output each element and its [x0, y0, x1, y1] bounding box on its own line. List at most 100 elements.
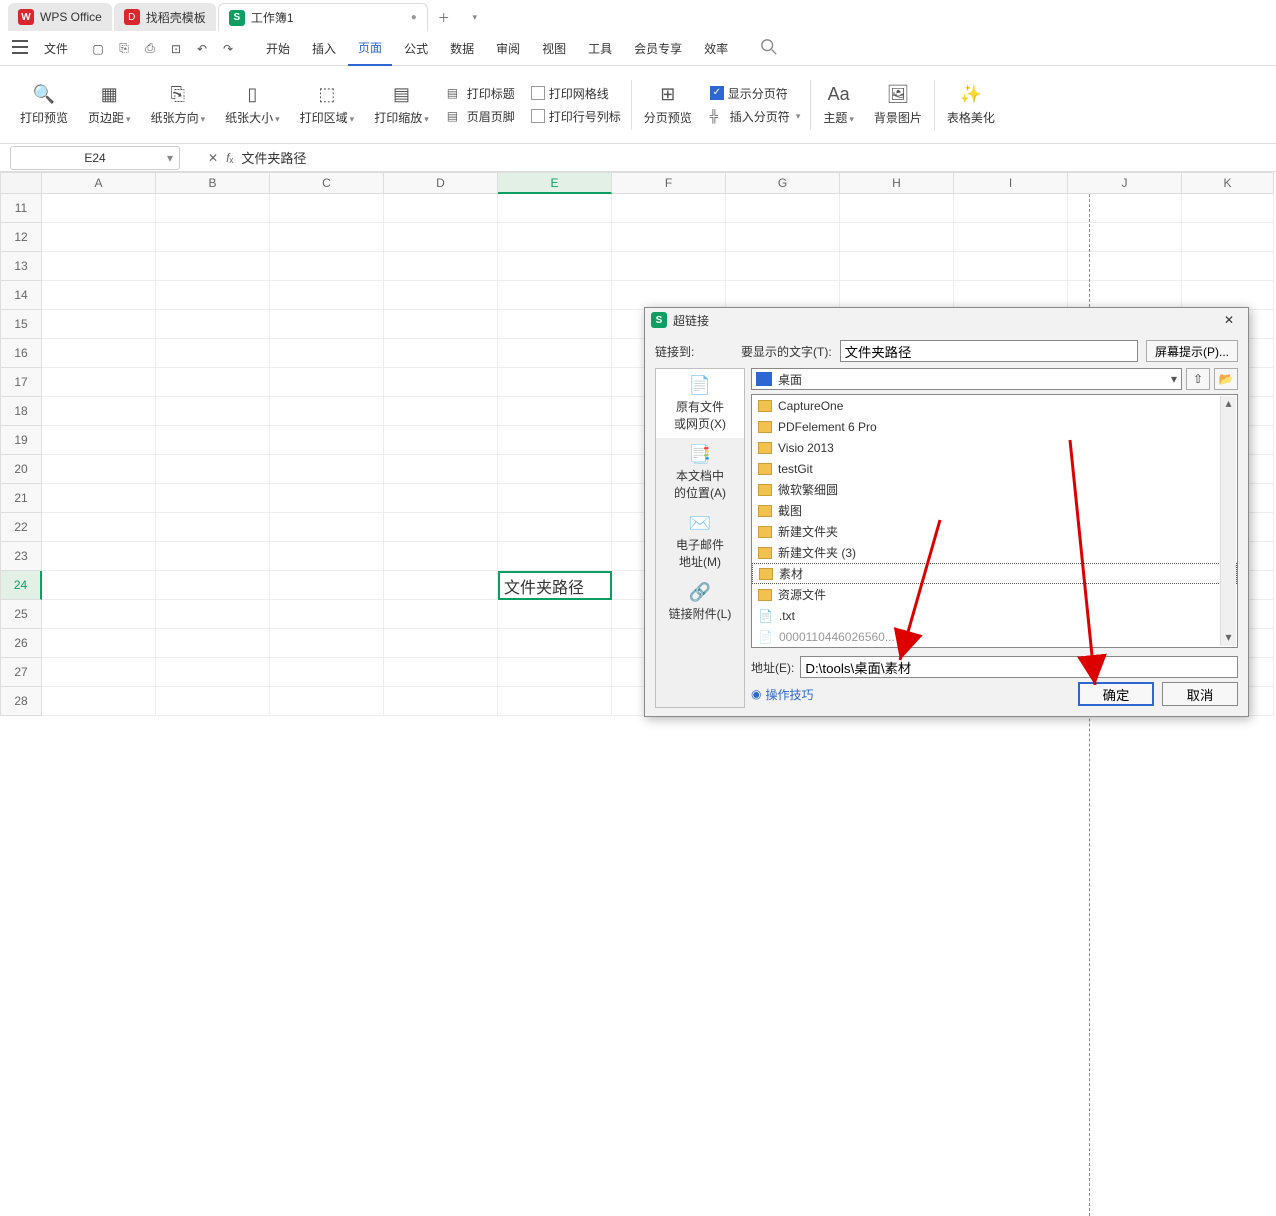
row-header[interactable]: 22	[0, 513, 42, 542]
column-header[interactable]: J	[1068, 172, 1182, 194]
cell[interactable]	[42, 542, 156, 571]
nav-email[interactable]: ✉️ 电子邮件 地址(M)	[656, 507, 744, 576]
cell[interactable]	[156, 571, 270, 600]
cell[interactable]	[498, 194, 612, 223]
column-header[interactable]: C	[270, 172, 384, 194]
ribbon-size[interactable]: ▯ 纸张大小▾	[215, 83, 290, 126]
cell[interactable]	[156, 397, 270, 426]
qat-open-icon[interactable]: ⎘	[112, 37, 136, 61]
row-header[interactable]: 26	[0, 629, 42, 658]
file-list-item[interactable]: 微软繁细圆	[752, 479, 1237, 500]
cell[interactable]	[840, 223, 954, 252]
file-list-item[interactable]: 资源文件	[752, 584, 1237, 605]
cell[interactable]	[954, 252, 1068, 281]
cell[interactable]	[270, 658, 384, 687]
cell[interactable]	[42, 368, 156, 397]
tab-templates[interactable]: D 找稻壳模板	[114, 3, 216, 31]
tab-wps-office[interactable]: W WPS Office	[8, 3, 112, 31]
row-header[interactable]: 25	[0, 600, 42, 629]
cell[interactable]	[1068, 223, 1182, 252]
menu-tab-tools[interactable]: 工具	[578, 32, 622, 65]
operation-tips-link[interactable]: ◉ 操作技巧	[751, 686, 814, 703]
cell[interactable]	[270, 629, 384, 658]
row-header[interactable]: 18	[0, 397, 42, 426]
cell[interactable]	[498, 658, 612, 687]
cell[interactable]	[498, 513, 612, 542]
nav-attachment[interactable]: 🔗 链接附件(L)	[656, 576, 744, 628]
cell[interactable]	[498, 542, 612, 571]
row-header[interactable]: 11	[0, 194, 42, 223]
cancel-button[interactable]: 取消	[1162, 682, 1238, 706]
row-header[interactable]: 13	[0, 252, 42, 281]
cell[interactable]	[42, 455, 156, 484]
ribbon-print-scale[interactable]: ▤ 打印缩放▾	[364, 83, 439, 126]
cell[interactable]	[1182, 252, 1274, 281]
column-header[interactable]: H	[840, 172, 954, 194]
cell[interactable]	[42, 571, 156, 600]
column-header[interactable]: D	[384, 172, 498, 194]
ribbon-header-footer[interactable]: ▤页眉页脚	[447, 108, 515, 125]
row-header[interactable]: 16	[0, 339, 42, 368]
file-list-item[interactable]: 素材	[752, 563, 1237, 584]
scrollbar[interactable]: ▴▾	[1220, 396, 1236, 646]
tab-menu[interactable]: ▾	[460, 12, 488, 23]
cell[interactable]	[270, 687, 384, 716]
cell[interactable]	[42, 426, 156, 455]
cell[interactable]	[1068, 194, 1182, 223]
qat-redo-icon[interactable]: ↷	[216, 37, 240, 61]
tab-workbook[interactable]: S 工作簿1 ●	[218, 3, 428, 31]
cell[interactable]	[498, 455, 612, 484]
cell[interactable]	[1068, 252, 1182, 281]
cell[interactable]	[270, 571, 384, 600]
ribbon-page-break-preview[interactable]: ⊞ 分页预览	[634, 83, 702, 126]
cell[interactable]	[384, 484, 498, 513]
row-header[interactable]: 12	[0, 223, 42, 252]
row-header[interactable]: 27	[0, 658, 42, 687]
column-header[interactable]: E	[498, 172, 612, 194]
menu-tab-insert[interactable]: 插入	[302, 32, 346, 65]
cell[interactable]	[156, 368, 270, 397]
cell[interactable]	[156, 455, 270, 484]
cell[interactable]	[1182, 281, 1274, 310]
file-list-item[interactable]: 新建文件夹	[752, 521, 1237, 542]
cell[interactable]	[156, 542, 270, 571]
menu-file[interactable]: 文件	[34, 40, 78, 57]
column-header[interactable]: G	[726, 172, 840, 194]
cell[interactable]	[270, 484, 384, 513]
cell[interactable]	[270, 600, 384, 629]
cell[interactable]	[270, 397, 384, 426]
menu-tab-member[interactable]: 会员专享	[624, 32, 692, 65]
ribbon-print-area[interactable]: ⬚ 打印区域▾	[290, 83, 365, 126]
cell[interactable]	[498, 281, 612, 310]
cell[interactable]	[270, 455, 384, 484]
cell[interactable]	[384, 426, 498, 455]
cell[interactable]	[384, 542, 498, 571]
menu-tab-page[interactable]: 页面	[348, 31, 392, 66]
menu-tab-efficiency[interactable]: 效率	[694, 32, 738, 65]
ribbon-print-title[interactable]: ▤打印标题	[447, 85, 515, 102]
cell[interactable]	[840, 252, 954, 281]
cell[interactable]	[156, 194, 270, 223]
cell[interactable]	[498, 600, 612, 629]
row-header[interactable]: 24	[0, 571, 42, 600]
display-text-input[interactable]	[840, 340, 1138, 362]
cell[interactable]	[384, 658, 498, 687]
close-icon[interactable]: ✕	[1216, 313, 1242, 327]
name-box[interactable]: E24 ▾	[10, 146, 180, 170]
cell[interactable]	[612, 281, 726, 310]
cell[interactable]	[42, 339, 156, 368]
menu-tab-start[interactable]: 开始	[256, 32, 300, 65]
cell[interactable]	[42, 629, 156, 658]
cell[interactable]	[42, 252, 156, 281]
cell[interactable]	[384, 687, 498, 716]
cell[interactable]	[840, 194, 954, 223]
cell[interactable]	[726, 252, 840, 281]
file-list[interactable]: CaptureOnePDFelement 6 ProVisio 2013test…	[751, 394, 1238, 648]
file-list-item[interactable]: CaptureOne	[752, 395, 1237, 416]
cell[interactable]	[384, 223, 498, 252]
qat-undo-icon[interactable]: ↶	[190, 37, 214, 61]
cell[interactable]	[156, 484, 270, 513]
cell[interactable]	[612, 252, 726, 281]
file-list-item[interactable]: testGit	[752, 458, 1237, 479]
file-list-item[interactable]: Visio 2013	[752, 437, 1237, 458]
